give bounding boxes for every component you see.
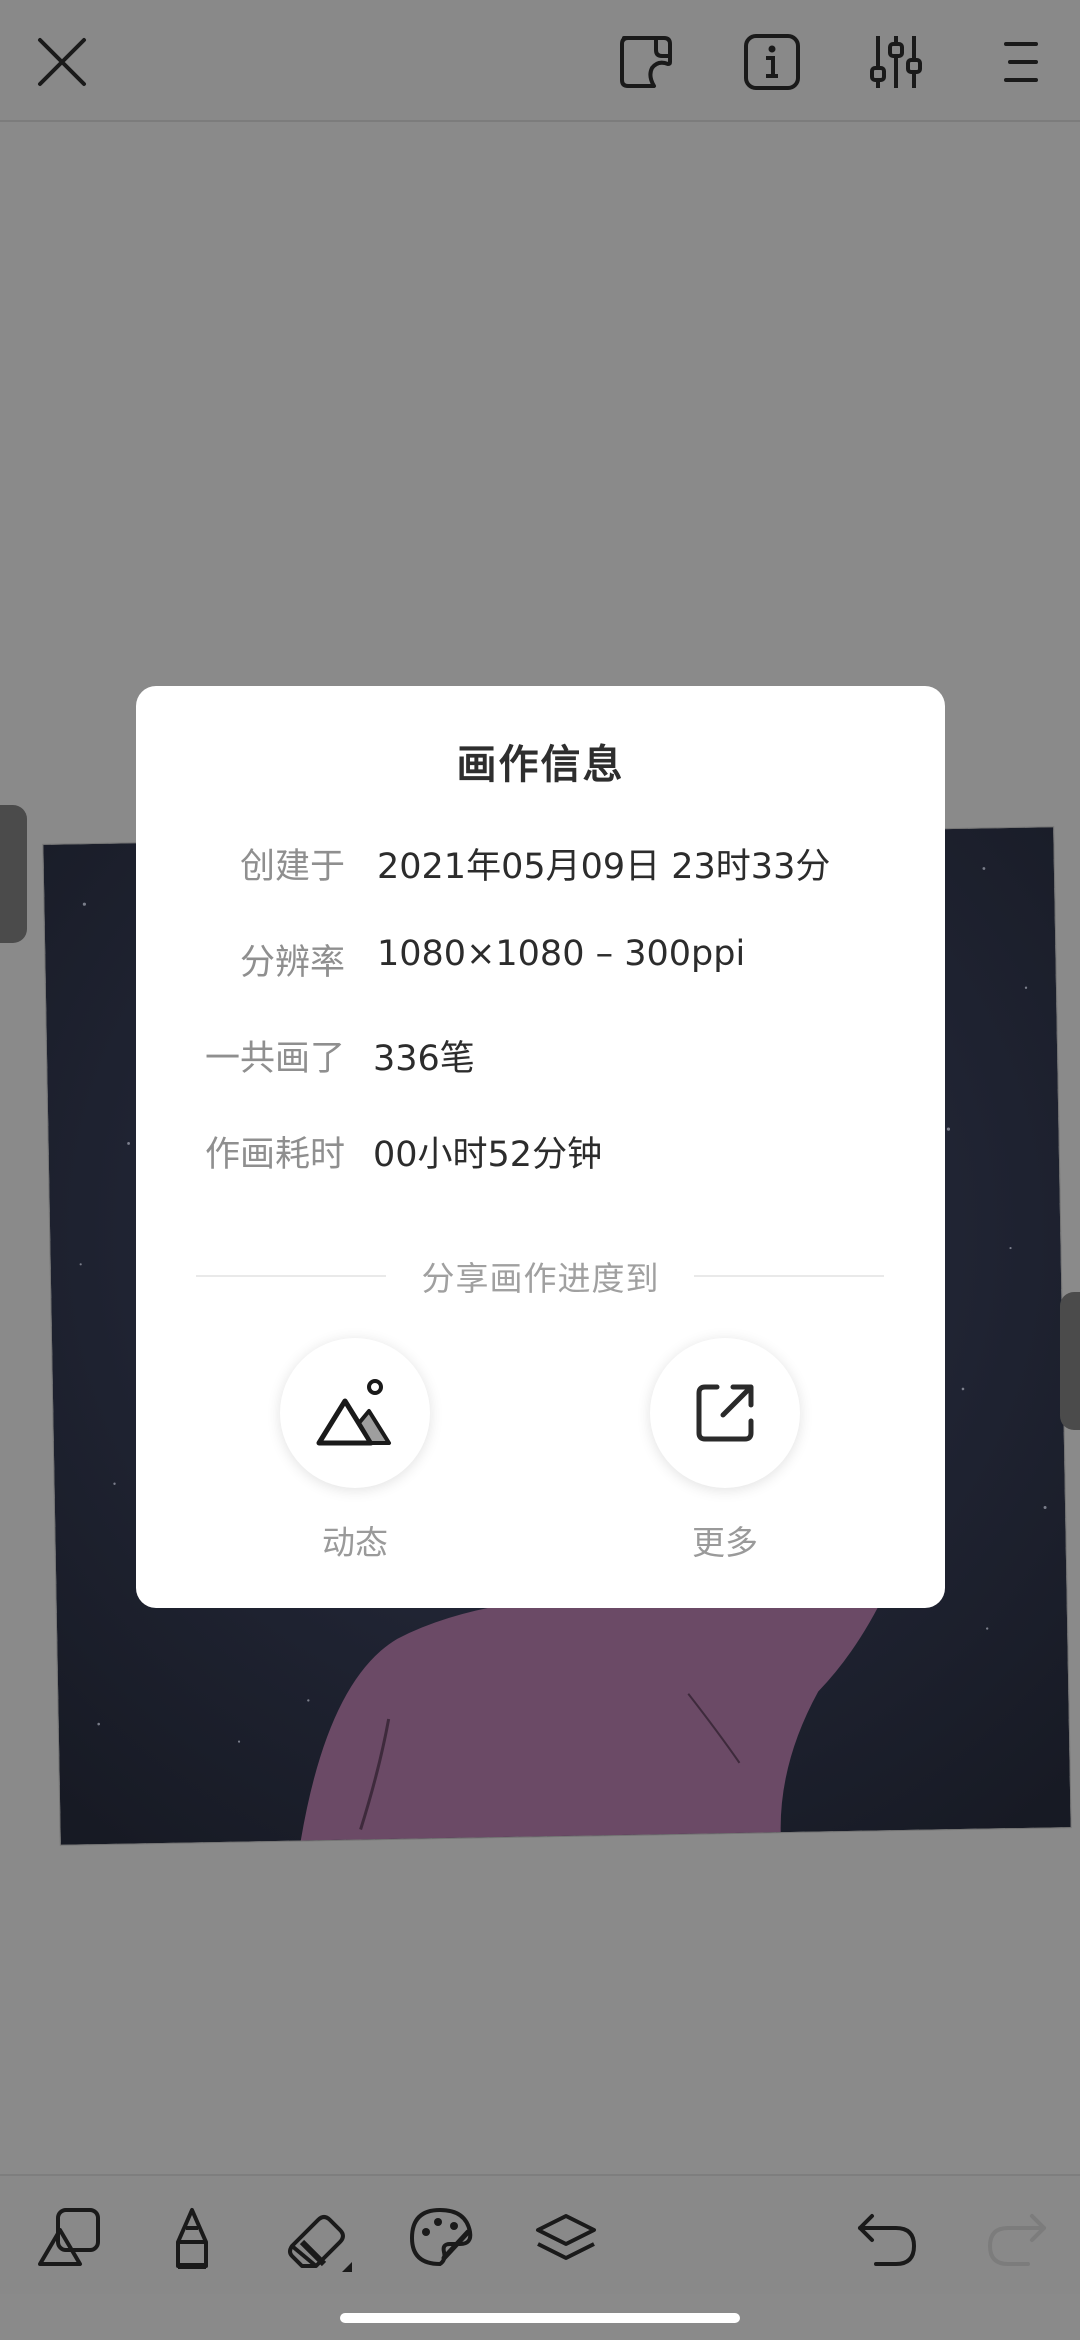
info-row-resolution: 分辨率 1080×1080 – 300ppi: [136, 934, 945, 984]
sticker-icon[interactable]: [614, 30, 678, 94]
info-row-strokes: 一共画了 336笔: [136, 1030, 945, 1080]
share-moments-label: 动态: [322, 1523, 388, 1562]
artwork-info-dialog: 画作信息 创建于 2021年05月09日 23时33分 分辨率 1080×108…: [136, 686, 945, 1608]
info-label: 创建于: [239, 847, 345, 887]
shapes-icon[interactable]: [34, 2202, 106, 2274]
info-label: 分辨率: [239, 943, 345, 983]
undo-icon[interactable]: [852, 2202, 924, 2274]
info-row-duration: 作画耗时 00小时52分钟: [136, 1126, 945, 1176]
close-icon[interactable]: [30, 30, 94, 94]
info-row-created: 创建于 2021年05月09日 23时33分: [136, 838, 945, 888]
home-indicator[interactable]: [340, 2313, 740, 2323]
share-more-label: 更多: [692, 1523, 758, 1562]
layers-icon[interactable]: [530, 2202, 602, 2274]
dialog-title: 画作信息: [456, 742, 625, 788]
drawing-workspace: 画作信息 创建于 2021年05月09日 23时33分 分辨率 1080×108…: [0, 0, 1080, 2340]
info-icon[interactable]: [740, 30, 804, 94]
bottom-toolbar: [0, 2174, 1080, 2294]
moments-mountain-icon: [316, 1379, 391, 1446]
menu-icon[interactable]: [988, 30, 1052, 94]
right-opacity-slider-handle[interactable]: [1060, 1292, 1080, 1430]
redo-icon[interactable]: [980, 2202, 1052, 2274]
info-value: 336笔: [373, 1039, 475, 1079]
info-label: 一共画了: [204, 1039, 345, 1079]
external-share-icon: [696, 1384, 754, 1442]
left-size-slider-handle[interactable]: [0, 805, 27, 943]
adjust-sliders-icon[interactable]: [864, 30, 928, 94]
info-value: 2021年05月09日 23时33分: [377, 847, 831, 887]
share-moments-button[interactable]: [280, 1338, 430, 1488]
top-toolbar: [0, 0, 1080, 122]
share-more-button[interactable]: [650, 1338, 800, 1488]
share-heading: 分享画作进度到: [421, 1259, 660, 1298]
pencil-icon[interactable]: [156, 2202, 228, 2274]
info-value: 00小时52分钟: [373, 1135, 603, 1175]
info-label: 作画耗时: [204, 1135, 345, 1175]
palette-icon[interactable]: [404, 2202, 476, 2274]
info-value: 1080×1080 – 300ppi: [377, 934, 746, 974]
eraser-icon[interactable]: [282, 2202, 354, 2274]
